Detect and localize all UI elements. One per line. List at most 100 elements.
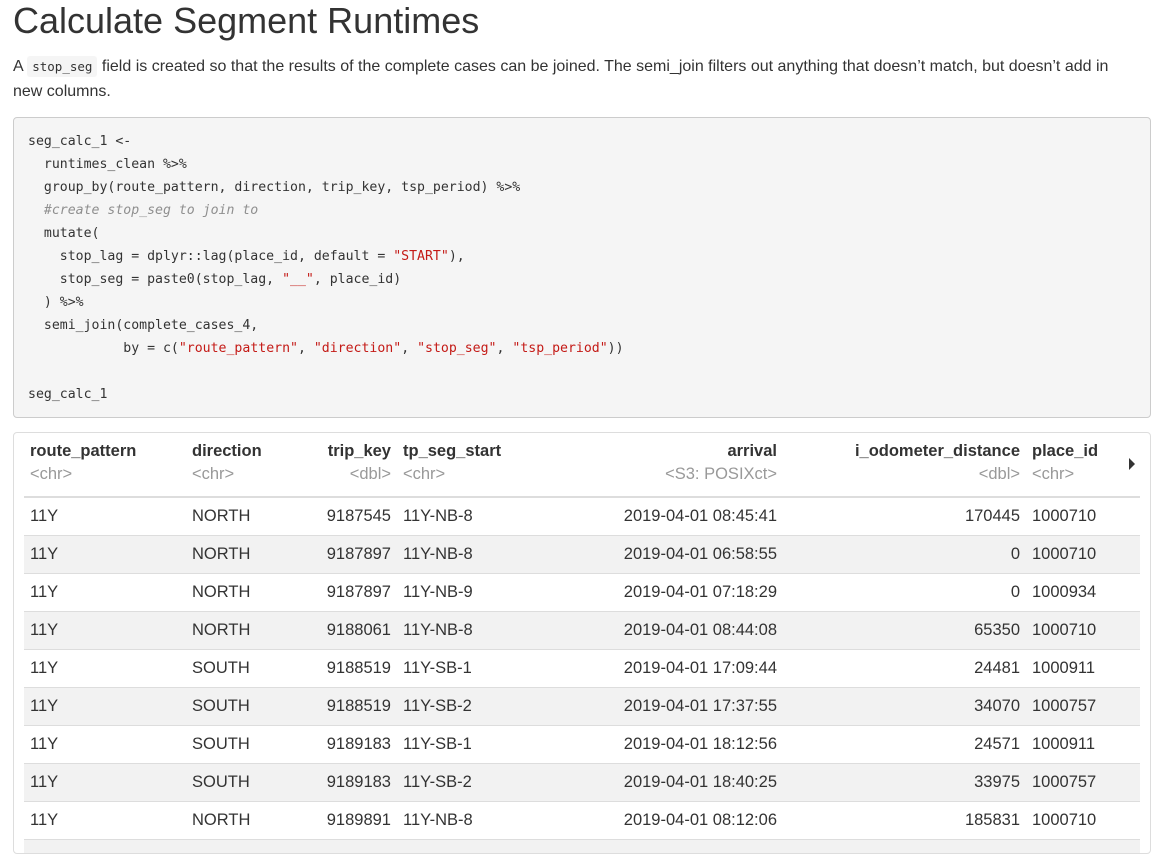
triangle-right-icon[interactable]: [1129, 458, 1135, 470]
table-cell-direction: NORTH: [186, 802, 290, 840]
table-cell-trip-key: 9188519: [290, 650, 397, 688]
table-cell-direction: SOUTH: [186, 764, 290, 802]
table-cell-trip-key: 9187545: [290, 497, 397, 536]
column-header-trip-key: trip_key<dbl>: [290, 433, 397, 497]
table-cell-i-odometer-distance: 24481: [783, 650, 1026, 688]
column-type: <chr>: [1032, 461, 1134, 487]
code-string: "route_pattern": [179, 341, 298, 356]
table-cell-direction: SOUTH: [186, 650, 290, 688]
table-cell-direction: NORTH: [186, 536, 290, 574]
intro-paragraph: A stop_seg field is created so that the …: [13, 54, 1133, 104]
column-name: route_pattern: [30, 441, 180, 461]
table-row: 11YNORTH918989111Y-NB-82019-04-01 08:12:…: [24, 802, 1140, 840]
table-cell-i-odometer-distance: 65350: [783, 612, 1026, 650]
table-cell-i-odometer-distance: 185831: [783, 802, 1026, 840]
table-cell-route-pattern: 11Y: [24, 497, 186, 536]
column-type: <dbl>: [789, 461, 1020, 487]
table-cell-route-pattern: 11Y: [24, 612, 186, 650]
code-text: mutate(: [28, 226, 99, 241]
column-header-direction: direction<chr>: [186, 433, 290, 497]
table-cell-arrival: 2019-04-01 17:37:55: [517, 688, 783, 726]
column-name: arrival: [523, 441, 777, 461]
table-row: 11YSOUTH918918311Y-SB-12019-04-01 18:12:…: [24, 726, 1140, 764]
code-text: ) %>%: [28, 295, 84, 310]
table-cell-place-id: 1000757: [1026, 688, 1140, 726]
table-row: [24, 840, 1140, 854]
table-cell-tp-seg-start: 11Y-SB-2: [397, 688, 517, 726]
code-text: stop_lag = dplyr::lag(place_id, default …: [28, 249, 393, 264]
table-cell-tp-seg-start: 11Y-SB-1: [397, 726, 517, 764]
code-string: "__": [282, 272, 314, 287]
table-cell-arrival: 2019-04-01 17:09:44: [517, 650, 783, 688]
code-line: stop_seg = paste0(stop_lag, "__", place_…: [28, 268, 1136, 291]
table-cell-route-pattern: 11Y: [24, 688, 186, 726]
table-cell-direction: NORTH: [186, 612, 290, 650]
code-text: stop_seg = paste0(stop_lag,: [28, 272, 282, 287]
table-cell-direction: SOUTH: [186, 726, 290, 764]
page-title: Calculate Segment Runtimes: [13, 0, 479, 45]
table-cell-i-odometer-distance: 33975: [783, 764, 1026, 802]
table-cell-trip-key: 9188519: [290, 688, 397, 726]
code-line: ) %>%: [28, 291, 1136, 314]
column-header-place-id: place_id<chr>: [1026, 433, 1140, 497]
code-line: group_by(route_pattern, direction, trip_…: [28, 176, 1136, 199]
table-cell-i-odometer-distance: 24571: [783, 726, 1026, 764]
column-header-tp-seg-start: tp_seg_start<chr>: [397, 433, 517, 497]
code-text: ,: [298, 341, 314, 356]
table-cell-i-odometer-distance: [783, 840, 1026, 854]
table-row: 11YSOUTH918851911Y-SB-22019-04-01 17:37:…: [24, 688, 1140, 726]
table-cell-arrival: 2019-04-01 07:18:29: [517, 574, 783, 612]
code-comment: #create stop_seg to join to: [28, 203, 258, 218]
table-header-row: route_pattern<chr>direction<chr>trip_key…: [24, 433, 1140, 497]
table-cell-direction: NORTH: [186, 497, 290, 536]
table-cell-route-pattern: [24, 840, 186, 854]
code-text: runtimes_clean %>%: [28, 157, 187, 172]
table-cell-tp-seg-start: 11Y-SB-1: [397, 650, 517, 688]
data-table-container: route_pattern<chr>direction<chr>trip_key…: [13, 432, 1151, 854]
code-block: seg_calc_1 <- runtimes_clean %>% group_b…: [13, 117, 1151, 418]
data-table: route_pattern<chr>direction<chr>trip_key…: [24, 433, 1140, 854]
column-name: trip_key: [296, 441, 391, 461]
code-string: "START": [393, 249, 449, 264]
table-row: 11YNORTH918789711Y-NB-92019-04-01 07:18:…: [24, 574, 1140, 612]
table-cell-place-id: 1000911: [1026, 650, 1140, 688]
table-cell-place-id: 1000911: [1026, 726, 1140, 764]
table-row: 11YSOUTH918851911Y-SB-12019-04-01 17:09:…: [24, 650, 1140, 688]
table-cell-tp-seg-start: 11Y-NB-9: [397, 574, 517, 612]
code-line: by = c("route_pattern", "direction", "st…: [28, 337, 1136, 360]
table-cell-trip-key: 9187897: [290, 536, 397, 574]
code-text: )): [608, 341, 624, 356]
column-type: <chr>: [192, 461, 284, 487]
code-string: "stop_seg": [417, 341, 496, 356]
table-cell-arrival: 2019-04-01 08:44:08: [517, 612, 783, 650]
code-text: seg_calc_1: [28, 387, 107, 402]
table-row: 11YSOUTH918918311Y-SB-22019-04-01 18:40:…: [24, 764, 1140, 802]
table-cell-arrival: 2019-04-01 18:40:25: [517, 764, 783, 802]
table-body: 11YNORTH918754511Y-NB-82019-04-01 08:45:…: [24, 497, 1140, 854]
table-row: 11YNORTH918754511Y-NB-82019-04-01 08:45:…: [24, 497, 1140, 536]
code-line: stop_lag = dplyr::lag(place_id, default …: [28, 245, 1136, 268]
intro-text-before: A: [13, 58, 27, 75]
table-cell-trip-key: 9189891: [290, 802, 397, 840]
code-line: mutate(: [28, 222, 1136, 245]
table-cell-i-odometer-distance: 0: [783, 536, 1026, 574]
table-cell-i-odometer-distance: 0: [783, 574, 1026, 612]
code-string: "tsp_period": [512, 341, 607, 356]
code-text: by = c(: [28, 341, 179, 356]
table-cell-route-pattern: 11Y: [24, 802, 186, 840]
table-cell-place-id: 1000710: [1026, 536, 1140, 574]
table-cell-trip-key: 9189183: [290, 726, 397, 764]
table-cell-tp-seg-start: 11Y-SB-2: [397, 764, 517, 802]
table-cell-place-id: [1026, 840, 1140, 854]
table-cell-place-id: 1000934: [1026, 574, 1140, 612]
table-cell-arrival: 2019-04-01 08:12:06: [517, 802, 783, 840]
column-name: i_odometer_distance: [789, 441, 1020, 461]
table-cell-trip-key: 9188061: [290, 612, 397, 650]
table-cell-place-id: 1000710: [1026, 612, 1140, 650]
table-cell-trip-key: 9187897: [290, 574, 397, 612]
table-cell-tp-seg-start: 11Y-NB-8: [397, 802, 517, 840]
code-text: ,: [401, 341, 417, 356]
table-cell-tp-seg-start: 11Y-NB-8: [397, 612, 517, 650]
column-type: <S3: POSIXct>: [523, 461, 777, 487]
intro-text-after: field is created so that the results of …: [13, 58, 1108, 100]
